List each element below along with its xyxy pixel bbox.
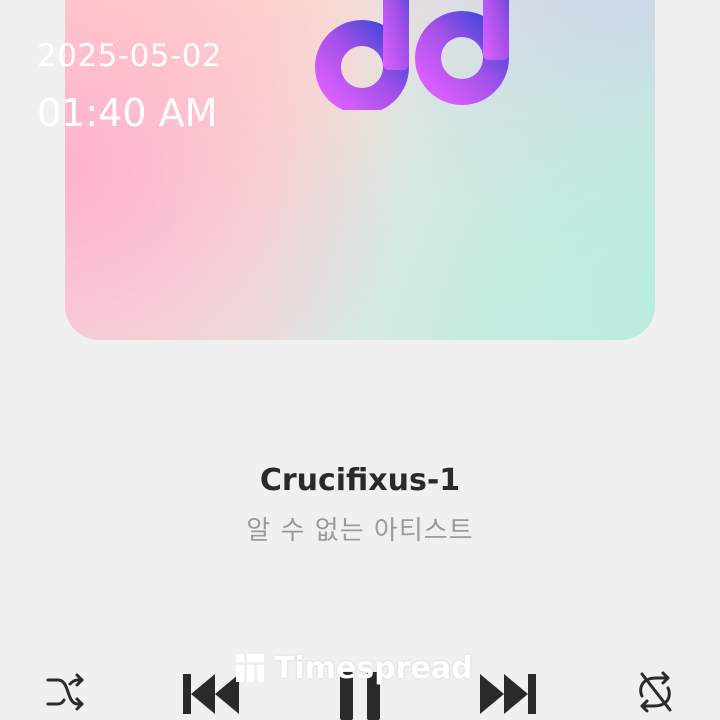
shuffle-icon[interactable]	[44, 672, 86, 712]
next-icon[interactable]	[478, 672, 536, 716]
repeat-icon[interactable]	[634, 670, 676, 714]
track-artist: 알 수 없는 아티스트	[246, 516, 474, 546]
previous-icon[interactable]	[183, 672, 241, 716]
watermark-text: Timespread	[274, 650, 473, 686]
watermark-logo-icon	[236, 654, 264, 682]
time-label: 01:40 AM	[37, 91, 218, 135]
datetime-overlay: 2025-05-02 01:40 AM	[37, 36, 222, 138]
watermark: Timespread	[236, 648, 473, 688]
music-player-screen: 2025-05-02 01:40 AM Crucifixus-1 알 수 없는 …	[0, 0, 720, 720]
date-label: 2025-05-02	[37, 38, 223, 74]
track-title: Crucifixus-1	[259, 463, 461, 498]
music-note-icon	[315, 0, 509, 110]
